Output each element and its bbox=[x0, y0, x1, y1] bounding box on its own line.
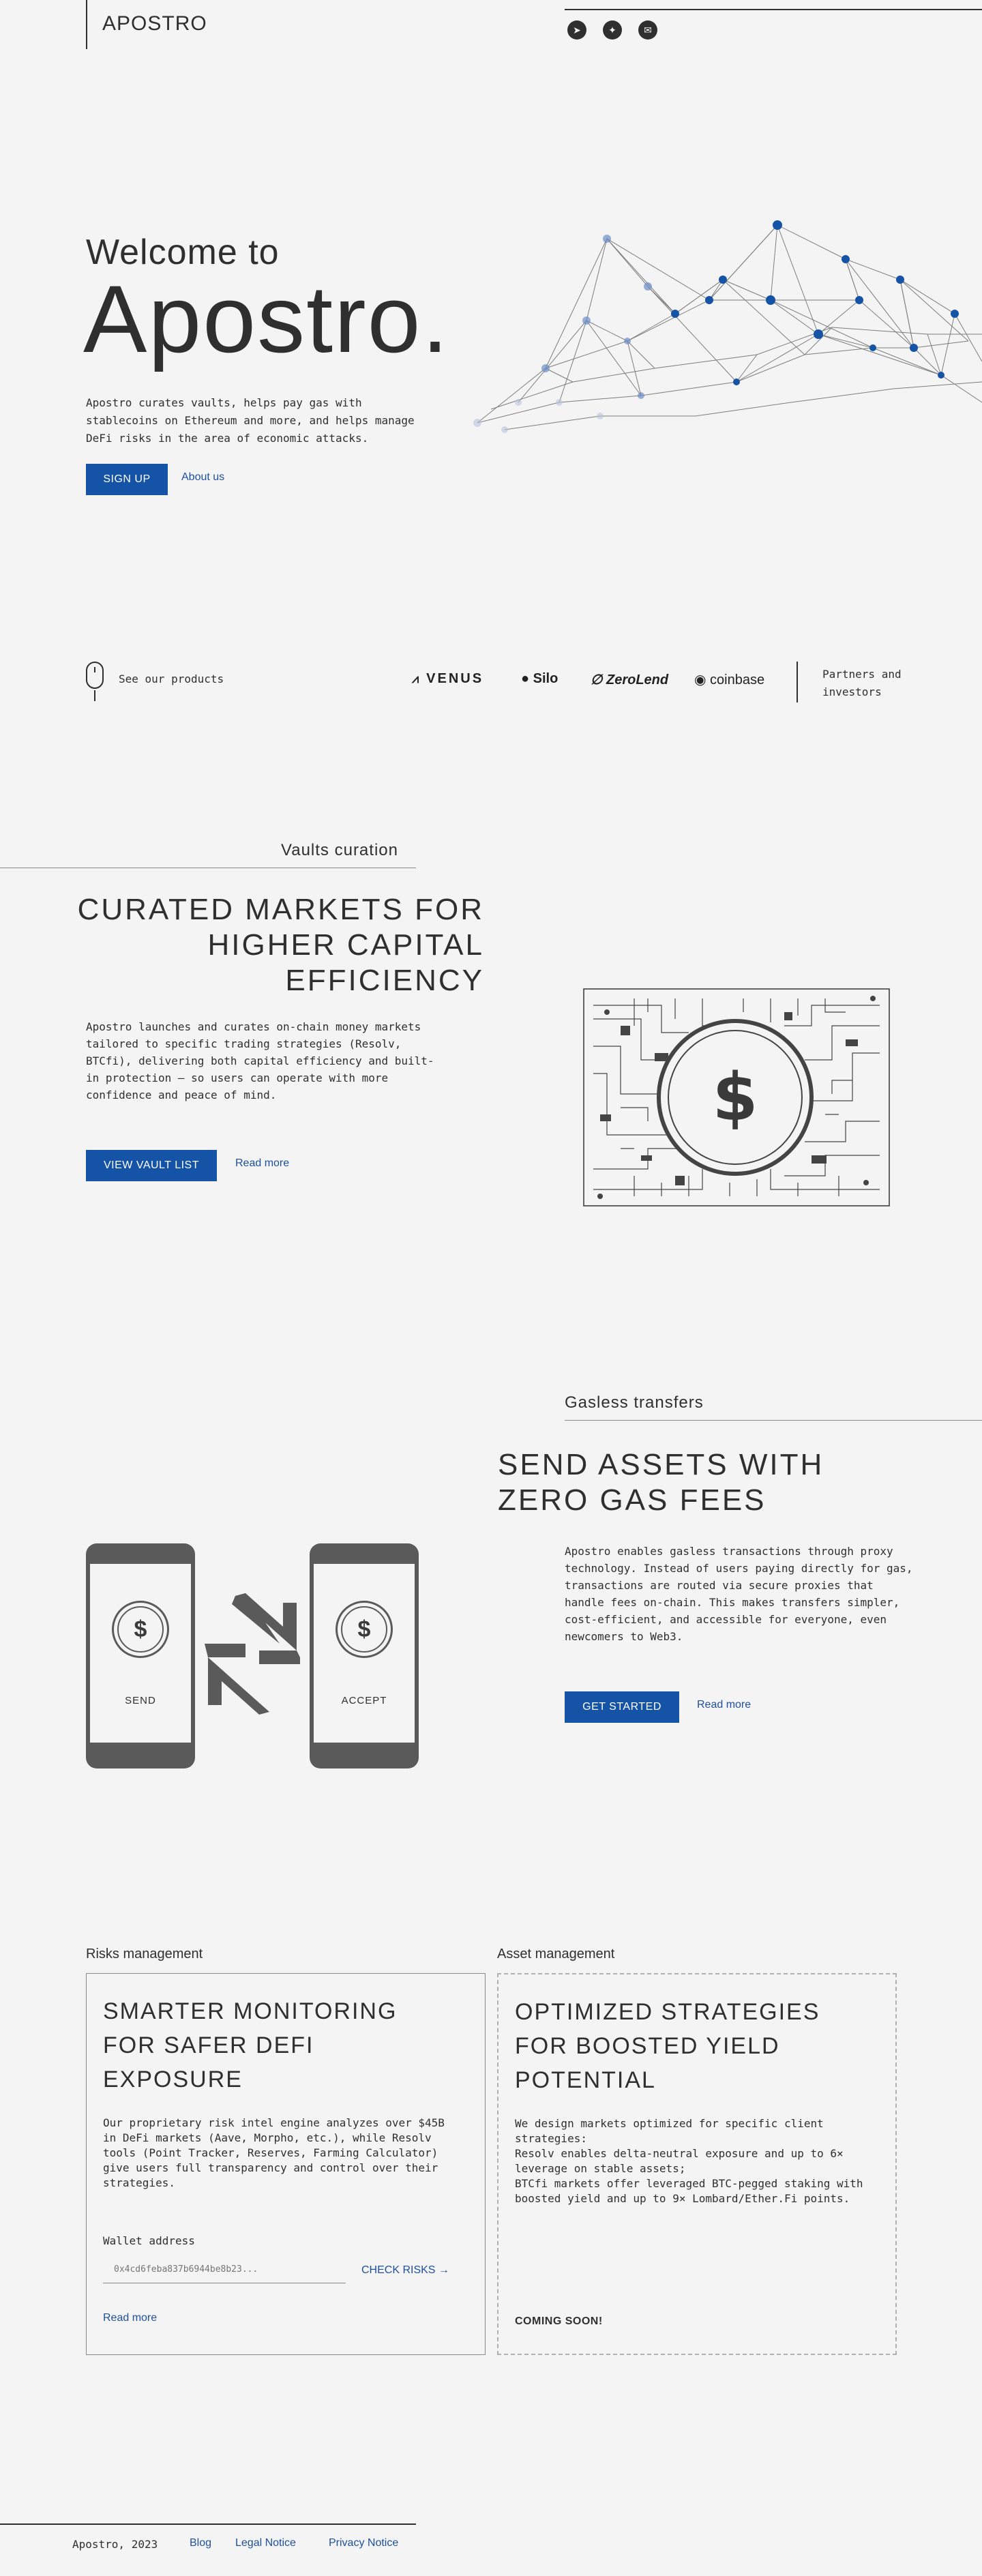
vaults-title-line: HIGHER CAPITAL bbox=[207, 928, 484, 962]
risks-title-line: SMARTER MONITORING bbox=[103, 1998, 398, 2024]
risks-card: SMARTER MONITORING FOR SAFER DEFI EXPOSU… bbox=[86, 1973, 486, 2355]
view-vault-list-button[interactable]: VIEW VAULT LIST bbox=[86, 1150, 217, 1181]
zerolend-icon: ∅ bbox=[591, 672, 606, 687]
assets-title-line: OPTIMIZED STRATEGIES bbox=[515, 1999, 820, 2025]
footer-copyright: Apostro, 2023 bbox=[72, 2538, 158, 2551]
site-header: APOSTRO ➤ ✦ ✉ bbox=[0, 0, 982, 49]
hero-brand: Apostro. bbox=[83, 265, 450, 372]
gasless-title: SEND ASSETS WITH ZERO GAS FEES bbox=[498, 1447, 824, 1518]
arrow-right-icon: → bbox=[438, 2264, 449, 2276]
logo-divider bbox=[86, 0, 87, 49]
coin-icon: $ bbox=[336, 1601, 393, 1658]
vaults-description: Apostro launches and curates on-chain mo… bbox=[86, 1020, 434, 1101]
logo-text: APOSTRO bbox=[102, 12, 207, 35]
vaults-title-line: EFFICIENCY bbox=[285, 964, 484, 997]
assets-description-line: We design markets optimized for specific… bbox=[515, 2117, 824, 2145]
coming-soon-label: COMING SOON! bbox=[515, 2315, 603, 2327]
check-risks-button[interactable]: CHECK RISKS → bbox=[361, 2264, 449, 2277]
about-us-link[interactable]: About us bbox=[181, 471, 224, 484]
vaults-title-line: CURATED MARKETS FOR bbox=[77, 893, 484, 926]
assets-description-line: BTCfi markets offer leveraged BTC-pegged… bbox=[515, 2177, 863, 2205]
partner-venus[interactable]: ⩘ VENUS bbox=[412, 671, 483, 687]
partners-caption: Partners and investors bbox=[822, 668, 902, 698]
assets-title-line: POTENTIAL bbox=[515, 2067, 656, 2093]
silo-icon: ● bbox=[521, 671, 533, 686]
wallet-address-label: Wallet address bbox=[103, 2234, 195, 2247]
risks-title-line: FOR SAFER DEFI bbox=[103, 2032, 314, 2058]
telegram-icon[interactable]: ➤ bbox=[567, 20, 586, 40]
phone-send: $ SEND bbox=[86, 1543, 195, 1768]
network-mesh-illustration bbox=[473, 220, 982, 433]
footer-link-privacy[interactable]: Privacy Notice bbox=[329, 2537, 398, 2549]
footer-link-blog[interactable]: Blog bbox=[190, 2537, 211, 2549]
footer-link-legal[interactable]: Legal Notice bbox=[235, 2537, 296, 2549]
phone-screen: $ ACCEPT bbox=[314, 1564, 415, 1743]
assets-section-label: Asset management bbox=[497, 1946, 615, 1961]
silo-label: Silo bbox=[533, 671, 559, 686]
gasless-read-more-link[interactable]: Read more bbox=[697, 1699, 751, 1711]
phone-screen: $ SEND bbox=[90, 1564, 191, 1743]
wallet-address-input[interactable] bbox=[103, 2256, 346, 2283]
partners-divider bbox=[797, 662, 798, 702]
circuit-coin-illustration: $ bbox=[583, 988, 890, 1206]
assets-description-line: Resolv enables delta-neutral exposure an… bbox=[515, 2147, 844, 2175]
coinbase-icon: ◉ bbox=[694, 672, 711, 687]
gasless-rule bbox=[565, 1420, 982, 1421]
assets-card: OPTIMIZED STRATEGIES FOR BOOSTED YIELD P… bbox=[497, 1973, 897, 2355]
footer-rule bbox=[0, 2523, 416, 2525]
partner-coinbase[interactable]: ◉ coinbase bbox=[694, 671, 764, 688]
dollar-icon: $ bbox=[117, 1606, 164, 1653]
gasless-section-label: Gasless transfers bbox=[565, 1393, 704, 1412]
venus-icon: ⩘ bbox=[412, 672, 427, 685]
risks-description: Our proprietary risk intel engine analyz… bbox=[103, 2116, 445, 2189]
phone-accept: $ ACCEPT bbox=[310, 1543, 419, 1768]
send-label: SEND bbox=[125, 1695, 156, 1706]
mouse-scroll-icon bbox=[86, 662, 104, 689]
partner-zerolend[interactable]: ∅ ZeroLend bbox=[591, 671, 668, 688]
get-started-button[interactable]: GET STARTED bbox=[565, 1691, 679, 1723]
hero-description: Apostro curates vaults, helps pay gas wi… bbox=[86, 396, 415, 445]
risks-title-line: EXPOSURE bbox=[103, 2067, 243, 2092]
dollar-icon: $ bbox=[341, 1606, 387, 1653]
gasless-title-line: ZERO GAS FEES bbox=[498, 1483, 767, 1517]
coin-icon: $ bbox=[112, 1601, 169, 1658]
site-logo[interactable]: APOSTRO bbox=[102, 12, 207, 35]
risks-read-more-link[interactable]: Read more bbox=[103, 2312, 157, 2324]
see-products-label: See our products bbox=[119, 672, 224, 685]
coinbase-label: coinbase bbox=[710, 672, 765, 687]
gasless-description: Apostro enables gasless transactions thr… bbox=[565, 1545, 913, 1643]
assets-title: OPTIMIZED STRATEGIES FOR BOOSTED YIELD P… bbox=[515, 1995, 820, 2097]
zerolend-label: ZeroLend bbox=[606, 672, 669, 687]
scroll-arrow bbox=[94, 690, 95, 701]
vaults-section-label: Vaults curation bbox=[281, 841, 398, 859]
vaults-title: CURATED MARKETS FOR HIGHER CAPITAL EFFIC… bbox=[68, 892, 484, 998]
risks-title: SMARTER MONITORING FOR SAFER DEFI EXPOSU… bbox=[103, 1994, 397, 2097]
header-rule bbox=[565, 9, 982, 10]
exchange-arrows-icon bbox=[205, 1593, 300, 1715]
check-risks-label: CHECK RISKS bbox=[361, 2264, 436, 2276]
twitter-icon[interactable]: ✦ bbox=[603, 20, 622, 40]
email-icon[interactable]: ✉ bbox=[638, 20, 657, 40]
partner-silo[interactable]: ● Silo bbox=[521, 671, 558, 687]
venus-label: VENUS bbox=[426, 671, 484, 686]
gasless-title-line: SEND ASSETS WITH bbox=[498, 1448, 824, 1481]
dollar-icon: $ bbox=[713, 1059, 758, 1136]
vaults-read-more-link[interactable]: Read more bbox=[235, 1157, 289, 1170]
assets-description: We design markets optimized for specific… bbox=[515, 2116, 869, 2206]
risks-section-label: Risks management bbox=[86, 1946, 203, 1961]
signup-button[interactable]: SIGN UP bbox=[86, 464, 168, 495]
assets-title-line: FOR BOOSTED YIELD bbox=[515, 2033, 780, 2059]
accept-label: ACCEPT bbox=[341, 1695, 387, 1706]
